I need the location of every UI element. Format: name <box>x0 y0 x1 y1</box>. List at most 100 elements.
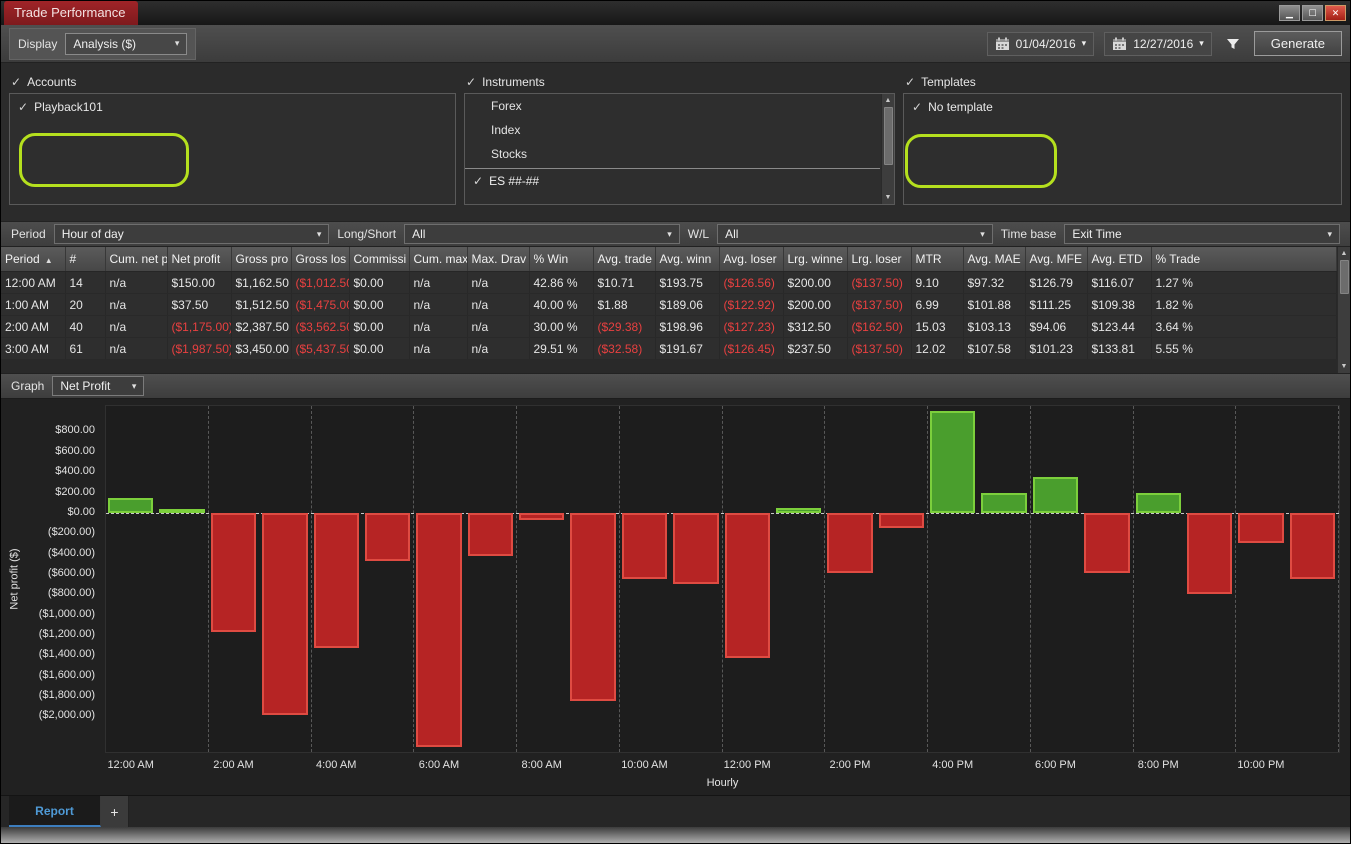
scrollbar-thumb[interactable] <box>883 107 893 165</box>
chart-bar[interactable] <box>1238 512 1284 544</box>
column-header[interactable]: Avg. trade <box>593 247 656 272</box>
chart-bar[interactable] <box>519 512 565 521</box>
instruments-checkbox[interactable]: ✓ Instruments <box>464 71 895 93</box>
accounts-checkbox[interactable]: ✓ Accounts <box>9 71 456 93</box>
column-header[interactable]: % Trade <box>1151 247 1337 272</box>
x-tick-label: 2:00 PM <box>829 759 871 771</box>
column-header[interactable]: Max. Drav <box>467 247 530 272</box>
table-cell: 40 <box>65 315 106 338</box>
chart-bar[interactable] <box>159 509 205 514</box>
chart-bar[interactable] <box>878 512 924 529</box>
chart-bar[interactable] <box>210 512 257 633</box>
template-item-no-template[interactable]: ✓ No template <box>904 94 1341 120</box>
column-header[interactable]: Commissi <box>349 247 410 272</box>
chart-bar[interactable] <box>1084 512 1130 573</box>
filter-funnel-button[interactable] <box>1222 32 1244 56</box>
graph-type-dropdown[interactable]: Net Profit ▾ <box>52 376 145 396</box>
chart-bar[interactable] <box>673 512 719 585</box>
end-date-picker[interactable]: 12/27/2016 ▾ <box>1104 31 1212 56</box>
wl-dropdown[interactable]: All ▾ <box>717 224 993 244</box>
performance-table-container: Period ▲ # Cum. net p Net profit Gross pro Gro… <box>1 247 1337 373</box>
chart-bar[interactable] <box>981 492 1027 513</box>
table-cell: $191.67 <box>655 337 720 360</box>
minimize-button[interactable]: ▁ <box>1279 5 1300 21</box>
chart-bar[interactable] <box>570 512 616 702</box>
instruments-scrollbar[interactable]: ▲ ▼ <box>881 94 894 204</box>
column-header[interactable]: Avg. winn <box>655 247 720 272</box>
table-cell: $150.00 <box>167 271 232 294</box>
column-header[interactable]: Avg. ETD <box>1087 247 1152 272</box>
column-header[interactable]: Avg. MFE <box>1025 247 1088 272</box>
column-header[interactable]: Cum. max <box>409 247 468 272</box>
chart-bar[interactable] <box>1135 492 1181 513</box>
scroll-up-icon[interactable]: ▲ <box>885 94 892 107</box>
table-cell: ($162.50) <box>847 315 912 338</box>
time-base-dropdown[interactable]: Exit Time ▾ <box>1064 224 1341 244</box>
chart-bar[interactable] <box>467 512 513 557</box>
column-header[interactable]: Gross los <box>291 247 350 272</box>
chart-bar[interactable] <box>775 507 822 513</box>
column-header[interactable]: Avg. loser <box>719 247 784 272</box>
grid-line <box>413 406 415 752</box>
start-date-picker[interactable]: 01/04/2016 ▾ <box>986 31 1095 56</box>
table-cell: n/a <box>105 337 168 360</box>
close-button[interactable]: ✕ <box>1325 5 1346 21</box>
instrument-item[interactable]: Stocks <box>465 142 880 166</box>
display-dropdown[interactable]: Analysis ($) ▾ <box>65 32 188 55</box>
scroll-up-icon[interactable]: ▲ <box>1341 247 1348 260</box>
chart-bar[interactable] <box>262 512 308 716</box>
scroll-down-icon[interactable]: ▼ <box>885 191 892 204</box>
check-icon: ✓ <box>11 75 22 89</box>
instrument-item-es[interactable]: ✓ ES ##-## <box>465 169 880 193</box>
add-tab-button[interactable]: + <box>101 796 129 827</box>
chart-bar[interactable] <box>724 512 770 658</box>
wl-label: W/L <box>687 227 710 241</box>
column-header[interactable]: Net profit <box>167 247 232 272</box>
tab-report[interactable]: Report <box>9 796 101 827</box>
long-short-dropdown[interactable]: All ▾ <box>404 224 680 244</box>
x-tick-label: 8:00 AM <box>521 759 562 771</box>
chart-bar[interactable] <box>621 512 668 579</box>
column-header[interactable]: Avg. MAE <box>963 247 1026 272</box>
start-date-value: 01/04/2016 <box>1015 36 1076 51</box>
column-header[interactable]: # <box>65 247 106 272</box>
chart-bar[interactable] <box>1289 512 1335 579</box>
chart-bar[interactable] <box>930 411 976 513</box>
generate-button[interactable]: Generate <box>1253 31 1342 56</box>
instruments-list: Forex Index Stocks <box>465 94 880 166</box>
table-row[interactable]: 12:00 AM14n/a$150.00$1,162.50($1,012.50)… <box>1 271 1337 294</box>
chart-bar[interactable] <box>108 497 154 513</box>
chart-bar[interactable] <box>416 512 462 747</box>
column-header[interactable]: Cum. net p <box>105 247 168 272</box>
table-scrollbar[interactable]: ▲ ▼ <box>1337 247 1350 373</box>
table-cell: $193.75 <box>655 271 720 294</box>
scrollbar-thumb[interactable] <box>1339 260 1349 294</box>
x-tick-label: 12:00 PM <box>723 759 771 771</box>
templates-checkbox[interactable]: ✓ Templates <box>903 71 1342 93</box>
scroll-down-icon[interactable]: ▼ <box>1341 360 1348 373</box>
chart-bar[interactable] <box>1186 512 1233 595</box>
chart-bar[interactable] <box>313 512 359 648</box>
column-header[interactable]: MTR <box>911 247 964 272</box>
chart-bar[interactable] <box>1032 477 1079 513</box>
maximize-button[interactable]: ☐ <box>1302 5 1323 21</box>
column-header[interactable]: Period ▲ <box>1 247 66 272</box>
table-cell: $200.00 <box>783 293 848 316</box>
table-row[interactable]: 1:00 AM20n/a$37.50$1,512.50($1,475.00)$0… <box>1 293 1337 316</box>
column-header[interactable]: Lrg. loser <box>847 247 912 272</box>
column-header[interactable]: Lrg. winne <box>783 247 848 272</box>
column-header[interactable]: % Win <box>529 247 594 272</box>
chart-bar[interactable] <box>364 512 411 562</box>
chart-bar[interactable] <box>827 512 873 573</box>
table-row[interactable]: 3:00 AM 61 n/a ($1,987.50) $3,450.00 ($5,437.… <box>1 337 1337 360</box>
period-dropdown[interactable]: Hour of day ▾ <box>53 224 330 244</box>
table-cell: 3.64 % <box>1151 315 1337 338</box>
display-label: Display <box>18 36 58 51</box>
instrument-item[interactable]: Index <box>465 118 880 142</box>
account-item-playback101[interactable]: ✓ Playback101 <box>10 94 455 120</box>
instrument-item[interactable]: Forex <box>465 94 880 118</box>
table-row[interactable]: 2:00 AM 40 n/a ($1,175.00) $2,387.50 ($3,562.… <box>1 315 1337 338</box>
column-header[interactable]: Gross pro <box>231 247 292 272</box>
table-cell: n/a <box>467 337 530 360</box>
funnel-icon <box>1226 38 1239 49</box>
